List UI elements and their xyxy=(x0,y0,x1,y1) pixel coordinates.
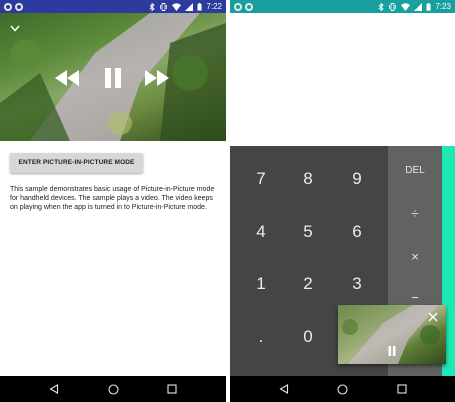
pause-icon xyxy=(388,346,396,356)
key-4[interactable]: 4 xyxy=(241,220,281,244)
battery-icon xyxy=(197,2,202,11)
chevron-down-icon xyxy=(10,25,20,32)
divide-button[interactable]: ÷ xyxy=(395,204,435,224)
key-decimal[interactable]: . xyxy=(241,325,281,349)
pause-icon xyxy=(105,68,121,88)
enter-pip-mode-button[interactable]: ENTER PICTURE-IN-PICTURE MODE xyxy=(10,153,143,173)
notification-icon xyxy=(15,2,23,11)
recents-button[interactable] xyxy=(167,384,177,394)
recents-button[interactable] xyxy=(396,384,407,394)
notification-icon xyxy=(245,2,253,11)
back-icon xyxy=(49,384,58,394)
notification-icon xyxy=(234,2,242,11)
bluetooth-icon xyxy=(150,2,156,11)
close-icon xyxy=(428,312,438,322)
wifi-icon xyxy=(172,2,182,11)
right-phone-screen: 7:23 7 8 9 4 5 6 1 2 3 . 0 DEL ÷ × − xyxy=(230,0,455,402)
status-time: 7:23 xyxy=(435,2,451,11)
navigation-bar xyxy=(230,376,455,402)
left-phone-screen: 7:22 ENTER PICTURE-IN-PICTURE MODE This … xyxy=(0,0,226,402)
notification-icon xyxy=(4,2,12,11)
recents-icon xyxy=(167,384,177,394)
fast-forward-icon xyxy=(145,70,169,86)
delete-button[interactable]: DEL xyxy=(395,161,435,181)
pause-button[interactable] xyxy=(101,66,125,90)
pip-video-window[interactable] xyxy=(338,305,446,364)
key-3[interactable]: 3 xyxy=(337,272,377,296)
system-status-icons: 7:23 xyxy=(378,0,451,13)
wifi-icon xyxy=(401,2,411,11)
pip-close-button[interactable] xyxy=(426,310,440,324)
home-icon xyxy=(337,383,348,395)
status-bar: 7:23 xyxy=(230,0,455,13)
sample-description: This sample demonstrates basic usage of … xyxy=(10,186,215,211)
navigation-bar xyxy=(0,376,226,402)
home-icon xyxy=(107,383,119,395)
key-7[interactable]: 7 xyxy=(241,167,281,191)
collapse-button[interactable] xyxy=(8,21,22,35)
rewind-button[interactable] xyxy=(52,67,82,89)
key-5[interactable]: 5 xyxy=(288,220,328,244)
notification-icons xyxy=(234,2,253,11)
back-button[interactable] xyxy=(49,384,59,394)
back-button[interactable] xyxy=(278,384,289,394)
recents-icon xyxy=(396,384,407,394)
status-time: 7:22 xyxy=(206,2,222,11)
home-button[interactable] xyxy=(107,383,119,395)
key-1[interactable]: 1 xyxy=(241,272,281,296)
video-player[interactable] xyxy=(0,13,226,141)
cellular-signal-icon xyxy=(414,2,423,11)
rewind-icon xyxy=(55,70,79,86)
vibrate-icon xyxy=(160,2,168,11)
vibrate-icon xyxy=(389,2,397,11)
key-2[interactable]: 2 xyxy=(288,272,328,296)
back-icon xyxy=(278,384,288,394)
bluetooth-icon xyxy=(379,2,385,11)
fast-forward-button[interactable] xyxy=(142,67,172,89)
notification-icons xyxy=(4,2,23,11)
calculator-display xyxy=(230,13,455,146)
key-8[interactable]: 8 xyxy=(288,167,328,191)
status-bar: 7:22 xyxy=(0,0,226,13)
key-9[interactable]: 9 xyxy=(337,167,377,191)
home-button[interactable] xyxy=(337,383,348,395)
multiply-button[interactable]: × xyxy=(395,247,435,267)
key-0[interactable]: 0 xyxy=(288,325,328,349)
key-6[interactable]: 6 xyxy=(337,220,377,244)
pip-pause-button[interactable] xyxy=(385,344,399,358)
cellular-signal-icon xyxy=(185,2,194,11)
system-status-icons: 7:22 xyxy=(149,0,222,13)
battery-icon xyxy=(426,2,431,11)
